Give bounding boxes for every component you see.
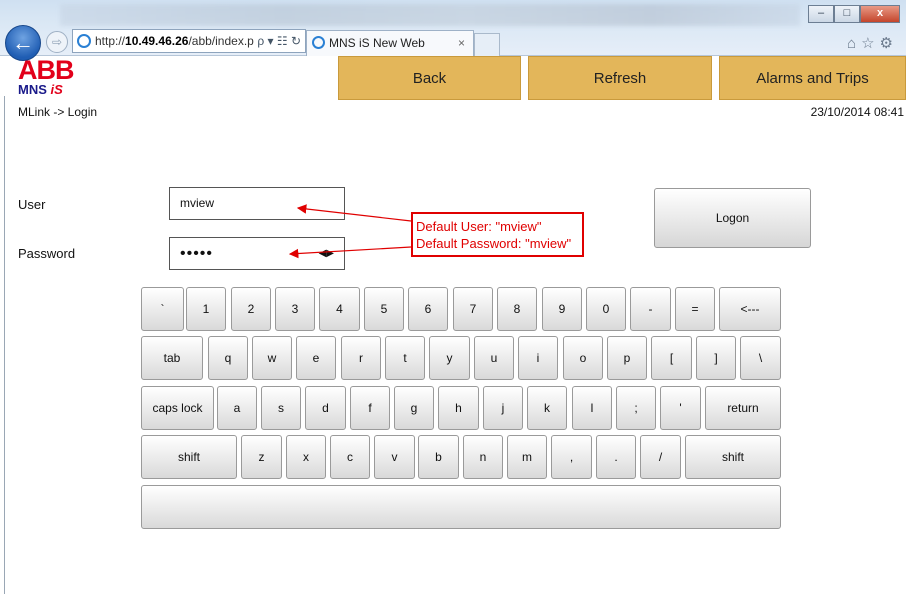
key-u[interactable]: u — [474, 336, 514, 380]
key-backspace[interactable]: <--- — [719, 287, 781, 331]
key-a[interactable]: a — [217, 386, 257, 430]
key-space[interactable] — [141, 485, 781, 529]
key-7[interactable]: 7 — [453, 287, 493, 331]
key-4[interactable]: 4 — [319, 287, 360, 331]
key-n[interactable]: n — [463, 435, 503, 479]
key-9[interactable]: 9 — [542, 287, 582, 331]
key-s[interactable]: s — [261, 386, 301, 430]
key-symbol[interactable]: ` — [141, 287, 184, 331]
key-c[interactable]: c — [330, 435, 370, 479]
key-symbol[interactable]: / — [640, 435, 681, 479]
key-0[interactable]: 0 — [586, 287, 626, 331]
key-5[interactable]: 5 — [364, 287, 404, 331]
key-shift[interactable]: shift — [685, 435, 781, 479]
key-1[interactable]: 1 — [186, 287, 226, 331]
key-h[interactable]: h — [438, 386, 479, 430]
key-m[interactable]: m — [507, 435, 547, 479]
key-k[interactable]: k — [527, 386, 567, 430]
key-8[interactable]: 8 — [497, 287, 537, 331]
key-d[interactable]: d — [305, 386, 346, 430]
key-3[interactable]: 3 — [275, 287, 315, 331]
key-g[interactable]: g — [394, 386, 434, 430]
key-w[interactable]: w — [252, 336, 292, 380]
key-symbol[interactable]: [ — [651, 336, 692, 380]
key-symbol[interactable]: = — [675, 287, 715, 331]
key-t[interactable]: t — [385, 336, 425, 380]
key-symbol[interactable]: \ — [740, 336, 781, 380]
key-caps-lock[interactable]: caps lock — [141, 386, 214, 430]
key-x[interactable]: x — [286, 435, 326, 479]
key-o[interactable]: o — [563, 336, 603, 380]
key-p[interactable]: p — [607, 336, 647, 380]
key-symbol[interactable]: . — [596, 435, 636, 479]
key-symbol[interactable]: ; — [616, 386, 656, 430]
key-2[interactable]: 2 — [231, 287, 271, 331]
key-f[interactable]: f — [350, 386, 390, 430]
key-shift[interactable]: shift — [141, 435, 237, 479]
on-screen-keyboard: ` 1 2 3 4 5 6 7 8 9 0- = <--- tab q w e r t y u i o p[] \ caps lo… — [0, 0, 906, 594]
key-e[interactable]: e — [296, 336, 336, 380]
key-return[interactable]: return — [705, 386, 781, 430]
key-z[interactable]: z — [241, 435, 282, 479]
key-symbol[interactable]: - — [630, 287, 671, 331]
key-v[interactable]: v — [374, 435, 415, 479]
key-symbol[interactable]: ] — [696, 336, 736, 380]
app-root: – □ x ← ⇨ http://10.49.46.26/abb/index.p… — [0, 0, 906, 594]
key-r[interactable]: r — [341, 336, 381, 380]
key-y[interactable]: y — [429, 336, 470, 380]
key-b[interactable]: b — [418, 435, 459, 479]
key-symbol[interactable]: ' — [660, 386, 701, 430]
key-l[interactable]: l — [572, 386, 612, 430]
key-tab[interactable]: tab — [141, 336, 203, 380]
key-q[interactable]: q — [208, 336, 248, 380]
key-i[interactable]: i — [518, 336, 558, 380]
key-symbol[interactable]: , — [551, 435, 592, 479]
key-j[interactable]: j — [483, 386, 523, 430]
key-6[interactable]: 6 — [408, 287, 448, 331]
